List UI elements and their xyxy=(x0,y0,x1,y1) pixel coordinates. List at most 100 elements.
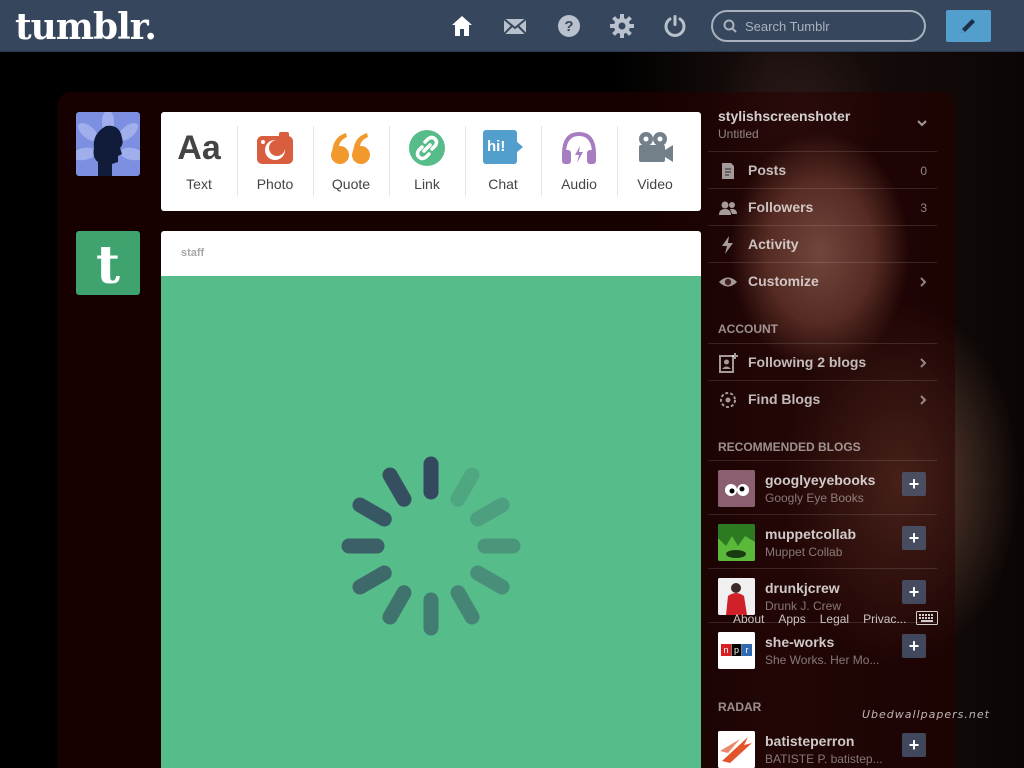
footer-links: About Apps Legal Privac... xyxy=(733,612,906,626)
post-photo-button[interactable]: Photo xyxy=(237,112,313,211)
text-icon: Aa xyxy=(177,128,221,167)
follow-button[interactable]: + xyxy=(902,526,926,550)
post-type-label: Text xyxy=(186,176,212,192)
radar-heading: RADAR xyxy=(718,700,762,714)
post-text-button[interactable]: Aa Text xyxy=(161,112,237,211)
recommended-blog: googlyeyebooks Googly Eye Books + xyxy=(708,460,937,514)
sidebar-item-label: Posts xyxy=(748,162,787,178)
svg-text:t: t xyxy=(96,235,120,295)
post-type-bar: Aa Text Photo Quote Link hi! Chat Audio … xyxy=(161,112,701,211)
activity-icon xyxy=(722,236,733,254)
follow-button[interactable]: + xyxy=(902,472,926,496)
blog-name[interactable]: batisteperron xyxy=(765,733,854,749)
staff-avatar[interactable]: t xyxy=(76,231,140,295)
quote-icon xyxy=(329,128,373,168)
follow-button[interactable]: + xyxy=(902,733,926,757)
post-link-button[interactable]: Link xyxy=(389,112,465,211)
sidebar-item-label: Following 2 blogs xyxy=(748,354,867,370)
posts-icon xyxy=(722,163,734,179)
post-quote-button[interactable]: Quote xyxy=(313,112,389,211)
eye-icon xyxy=(719,277,737,287)
video-camera-icon xyxy=(633,128,677,168)
follow-button[interactable]: + xyxy=(902,634,926,658)
sidebar-item-find-blogs[interactable]: Find Blogs xyxy=(708,380,937,417)
blog-title: Googly Eye Books xyxy=(765,491,864,505)
post-audio-button[interactable]: Audio xyxy=(541,112,617,211)
post-media xyxy=(161,276,701,768)
footer-about-link[interactable]: About xyxy=(733,612,764,626)
sidebar-item-label: Activity xyxy=(748,236,799,252)
recommended-heading: RECOMMENDED BLOGS xyxy=(718,440,861,454)
account-heading: ACCOUNT xyxy=(718,322,778,336)
settings-icon[interactable] xyxy=(610,14,634,38)
chat-icon: hi! xyxy=(481,128,525,168)
svg-text:?: ? xyxy=(564,18,573,35)
keyboard-icon[interactable] xyxy=(916,611,938,625)
recommended-blog: npr she-works She Works. Her Mo... + xyxy=(708,622,937,676)
sidebar-item-label: Find Blogs xyxy=(748,391,821,407)
post-type-label: Video xyxy=(637,176,673,192)
post-chat-button[interactable]: hi! Chat xyxy=(465,112,541,211)
chevron-right-icon xyxy=(920,358,927,368)
post-type-label: Link xyxy=(414,176,440,192)
loading-spinner-icon xyxy=(341,456,521,636)
posts-count: 0 xyxy=(920,164,927,178)
chevron-right-icon xyxy=(920,277,927,287)
followers-icon xyxy=(719,201,737,215)
sidebar-item-activity[interactable]: Activity xyxy=(708,225,937,262)
footer-apps-link[interactable]: Apps xyxy=(778,612,805,626)
search-box[interactable] xyxy=(711,10,926,42)
svg-text:p: p xyxy=(734,645,739,655)
footer-privacy-link[interactable]: Privac... xyxy=(863,612,906,626)
blog-name[interactable]: she-works xyxy=(765,634,834,650)
user-avatar[interactable] xyxy=(76,112,140,176)
blog-avatar[interactable] xyxy=(718,731,755,768)
post-type-label: Audio xyxy=(561,176,597,192)
blog-name[interactable]: drunkjcrew xyxy=(765,580,840,596)
tumblr-logo[interactable]: tumblr. xyxy=(15,6,157,48)
svg-text:r: r xyxy=(746,645,749,655)
blog-title: She Works. Her Mo... xyxy=(765,653,880,667)
sidebar-item-followers[interactable]: Followers 3 xyxy=(708,188,937,225)
follow-button[interactable]: + xyxy=(902,580,926,604)
headphones-icon xyxy=(557,128,601,168)
chevron-down-icon[interactable] xyxy=(916,118,928,128)
blog-title: Drunk J. Crew xyxy=(765,599,842,613)
post-video-button[interactable]: Video xyxy=(617,112,693,211)
watermark: Ubedwallpapers.net xyxy=(862,708,990,721)
power-icon[interactable] xyxy=(663,14,687,38)
sidebar-item-posts[interactable]: Posts 0 xyxy=(708,151,937,188)
blog-avatar[interactable] xyxy=(718,470,755,507)
blog-title: Untitled xyxy=(718,127,759,141)
search-icon xyxy=(723,19,737,33)
blog-name[interactable]: googlyeyebooks xyxy=(765,472,875,488)
home-icon[interactable] xyxy=(450,14,474,38)
blog-title: Muppet Collab xyxy=(765,545,843,559)
sidebar-item-label: Customize xyxy=(748,273,819,289)
camera-icon xyxy=(253,128,297,168)
post-type-label: Chat xyxy=(488,176,518,192)
find-blogs-icon xyxy=(720,392,736,408)
post-type-label: Photo xyxy=(256,176,294,192)
compose-button[interactable] xyxy=(946,10,991,42)
sidebar-item-label: Followers xyxy=(748,199,814,215)
blog-avatar[interactable]: npr xyxy=(718,632,755,669)
mail-icon[interactable] xyxy=(503,14,527,38)
radar-blog: batisteperron BATISTE P. batistep... + xyxy=(708,722,937,768)
sidebar-item-customize[interactable]: Customize xyxy=(708,262,937,299)
blog-avatar[interactable] xyxy=(718,578,755,615)
following-icon xyxy=(719,353,738,373)
post-author[interactable]: staff xyxy=(181,247,204,259)
search-input[interactable] xyxy=(745,16,915,36)
top-header: tumblr. ? xyxy=(0,0,1024,52)
footer-legal-link[interactable]: Legal xyxy=(820,612,849,626)
followers-count: 3 xyxy=(920,201,927,215)
pencil-icon xyxy=(961,19,975,33)
help-icon[interactable]: ? xyxy=(557,14,581,38)
blog-avatar[interactable] xyxy=(718,524,755,561)
sidebar-item-following[interactable]: Following 2 blogs xyxy=(708,343,937,380)
blog-name[interactable]: stylishscreenshoter xyxy=(718,108,850,124)
link-icon xyxy=(405,128,449,168)
chevron-right-icon xyxy=(920,395,927,405)
blog-name[interactable]: muppetcollab xyxy=(765,526,856,542)
